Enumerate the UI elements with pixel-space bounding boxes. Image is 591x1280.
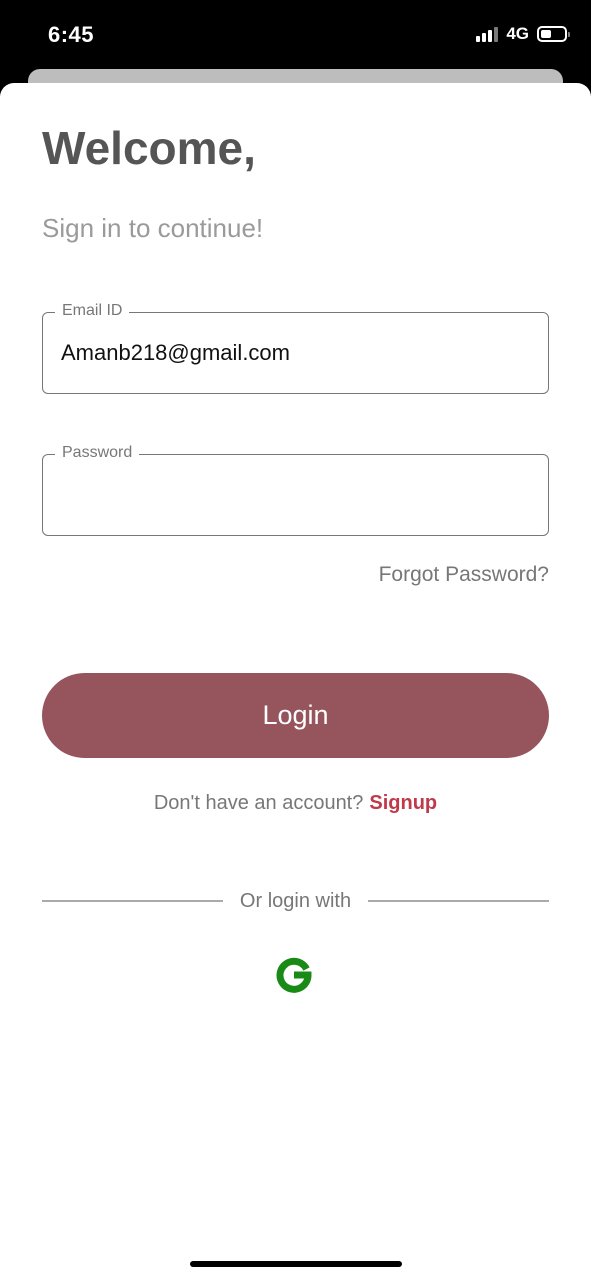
password-field[interactable]: Password [42,443,549,536]
google-login-button[interactable] [270,951,318,999]
network-type: 4G [506,24,529,43]
password-field-label: Password [55,443,140,463]
google-g-icon [276,957,312,993]
signup-link[interactable]: Signup [369,792,437,814]
page-title: Welcome, [42,122,256,174]
password-input[interactable] [61,475,521,515]
battery-icon [537,26,570,42]
email-field[interactable]: Email ID [42,301,549,394]
login-sheet: Welcome, Sign in to continue! Email ID P… [0,83,591,1280]
signup-row: Don't have an account? Signup [0,792,591,815]
home-indicator [190,1261,402,1267]
forgot-password-link[interactable]: Forgot Password? [379,563,549,587]
login-button[interactable]: Login [42,673,549,758]
status-bar: 6:45 4G [0,0,591,70]
signup-prompt: Don't have an account? [153,792,364,814]
cellular-signal-icon [476,26,499,42]
email-field-label: Email ID [55,301,130,321]
status-time: 6:45 [48,22,95,47]
email-input[interactable] [61,333,521,373]
divider-right [368,900,549,902]
status-indicators: 4G [476,24,570,44]
page-subtitle: Sign in to continue! [42,213,264,243]
